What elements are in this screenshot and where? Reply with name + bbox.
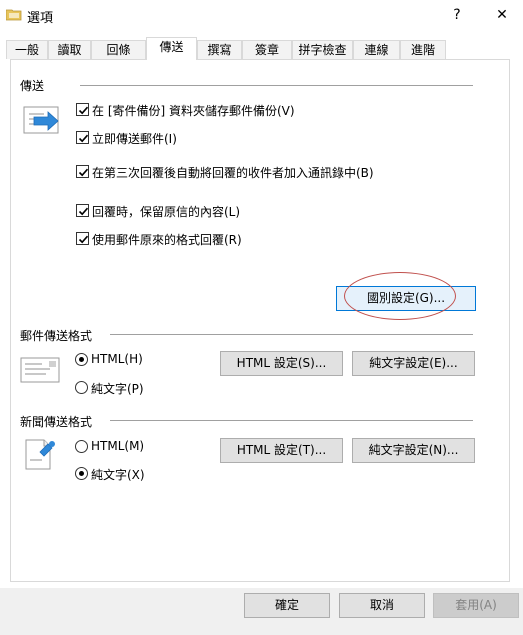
news-plain-settings-button[interactable]: 純文字設定(N)...: [352, 438, 475, 463]
mail-plain-settings-button[interactable]: 純文字設定(E)...: [352, 351, 475, 376]
mail-plain-label: 純文字(P): [91, 382, 144, 396]
news-plain-radio[interactable]: [75, 467, 88, 480]
help-button[interactable]: ?: [442, 4, 472, 26]
send-section-divider: [80, 85, 473, 86]
news-format-divider: [110, 420, 473, 421]
tab-signatures[interactable]: 簽章: [242, 40, 292, 59]
mail-html-settings-button[interactable]: HTML 設定(S)...: [220, 351, 343, 376]
tab-receipts[interactable]: 回條: [91, 40, 146, 59]
send-immediately-label: 立即傳送郵件(I): [92, 132, 177, 146]
tab-general[interactable]: 一般: [6, 40, 48, 59]
mail-format-heading: 郵件傳送格式: [20, 329, 93, 343]
tab-connection[interactable]: 連線: [353, 40, 400, 59]
tab-compose[interactable]: 撰寫: [197, 40, 242, 59]
send-immediately-checkbox[interactable]: [76, 131, 89, 144]
tab-spelling[interactable]: 拼字檢查: [292, 40, 353, 59]
close-button[interactable]: ✕: [487, 4, 517, 26]
mail-html-label: HTML(H): [91, 352, 143, 366]
news-format-heading: 新聞傳送格式: [20, 415, 93, 429]
annotation-circle: [344, 272, 456, 320]
window-title: 選項: [27, 11, 54, 26]
apply-button[interactable]: 套用(A): [433, 593, 519, 618]
news-plain-label: 純文字(X): [91, 468, 145, 482]
auto-add-recipients-checkbox[interactable]: [76, 165, 89, 178]
mail-format-divider: [110, 334, 473, 335]
cancel-button[interactable]: 取消: [339, 593, 425, 618]
mail-html-radio[interactable]: [75, 353, 88, 366]
tab-advanced[interactable]: 進階: [400, 40, 446, 59]
mail-plain-radio[interactable]: [75, 381, 88, 394]
send-mail-icon: [23, 106, 59, 134]
send-section-heading: 傳送: [20, 79, 45, 93]
include-original-checkbox[interactable]: [76, 204, 89, 217]
folder-icon: [6, 9, 22, 21]
envelope-icon: [20, 357, 60, 383]
news-html-label: HTML(M): [91, 439, 145, 453]
reply-same-format-checkbox[interactable]: [76, 232, 89, 245]
auto-add-recipients-label: 在第三次回覆後自動將回覆的收件者加入通訊錄中(B): [92, 166, 374, 180]
reply-same-format-label: 使用郵件原來的格式回覆(R): [92, 233, 242, 247]
ok-button[interactable]: 確定: [244, 593, 330, 618]
include-original-label: 回覆時，保留原信的內容(L): [92, 205, 241, 219]
news-html-settings-button[interactable]: HTML 設定(T)...: [220, 438, 343, 463]
save-sent-label: 在 [寄件備份] 資料夾儲存郵件備份(V): [92, 104, 295, 118]
news-post-icon: [25, 439, 55, 470]
tab-read[interactable]: 讀取: [48, 40, 91, 59]
tab-send[interactable]: 傳送: [146, 37, 197, 60]
news-html-radio[interactable]: [75, 440, 88, 453]
save-sent-checkbox[interactable]: [76, 103, 89, 116]
